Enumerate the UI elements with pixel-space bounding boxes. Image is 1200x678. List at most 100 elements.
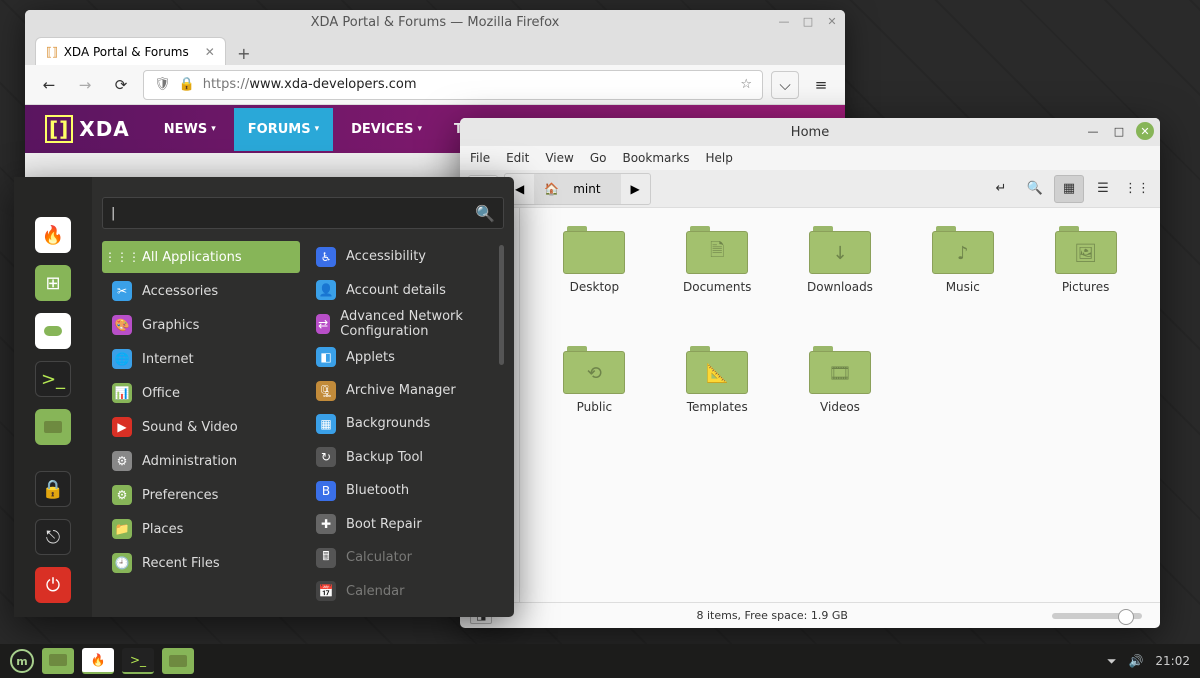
category-label: Places <box>142 522 183 537</box>
favorite-menu[interactable]: ⊞ <box>35 265 71 301</box>
category-all-applications[interactable]: ⋮⋮⋮All Applications <box>102 241 300 273</box>
new-tab-button[interactable]: + <box>232 41 256 65</box>
category-label: Preferences <box>142 488 218 503</box>
path-next-button[interactable]: ▶ <box>621 174 650 204</box>
app-account-details[interactable]: 👤Account details <box>306 274 504 305</box>
menu-search[interactable]: 🔍 <box>102 197 504 229</box>
taskbar-terminal[interactable]: >_ <box>122 648 154 674</box>
file-manager-menubar: File Edit View Go Bookmarks Help <box>460 146 1160 170</box>
xda-nav-devices[interactable]: DEVICES ▾ <box>337 108 436 151</box>
menu-file[interactable]: File <box>470 151 490 165</box>
menu-edit[interactable]: Edit <box>506 151 529 165</box>
folder-downloads[interactable]: ↓Downloads <box>784 226 897 336</box>
folder-pictures[interactable]: 🖼Pictures <box>1029 226 1142 336</box>
categories-column: ⋮⋮⋮All Applications✂Accessories🎨Graphics… <box>102 241 300 607</box>
category-places[interactable]: 📁Places <box>102 513 300 545</box>
category-recent-files[interactable]: 🕘Recent Files <box>102 547 300 579</box>
menu-view[interactable]: View <box>545 151 573 165</box>
category-label: Internet <box>142 352 194 367</box>
favorite-firefox[interactable]: 🔥 <box>35 217 71 253</box>
xda-logo[interactable]: [] XDA <box>45 115 130 143</box>
taskbar-firefox[interactable]: 🔥 <box>82 648 114 674</box>
app-calculator[interactable]: 🖩Calculator <box>306 542 504 573</box>
app-advanced-network-configuration[interactable]: ⇄Advanced Network Configuration <box>306 308 504 339</box>
zoom-slider[interactable] <box>1052 613 1142 619</box>
file-manager-titlebar[interactable]: Home — □ ✕ <box>460 118 1160 146</box>
folder-templates[interactable]: 📐Templates <box>661 346 774 456</box>
pocket-icon[interactable]: ⌵ <box>771 71 799 99</box>
browser-tab[interactable]: ⟦⟧ XDA Portal & Forums ✕ <box>35 37 226 65</box>
lock-button[interactable]: 🔒 <box>35 471 71 507</box>
app-archive-manager[interactable]: 🗜Archive Manager <box>306 375 504 406</box>
app-label: Calculator <box>346 550 412 565</box>
network-icon[interactable]: ⏷ <box>1107 654 1117 669</box>
category-office[interactable]: 📊Office <box>102 377 300 409</box>
app-backgrounds[interactable]: ▦Backgrounds <box>306 408 504 439</box>
taskbar-files[interactable] <box>42 648 74 674</box>
back-button[interactable]: ← <box>35 71 63 99</box>
file-manager-content[interactable]: Desktop🗎Documents↓Downloads♪Music🖼Pictur… <box>520 208 1160 602</box>
list-view-button[interactable]: ☰ <box>1088 175 1118 203</box>
start-button[interactable]: m <box>10 649 34 673</box>
favorite-terminal[interactable]: >_ <box>35 361 71 397</box>
lock-icon[interactable]: 🔒 <box>179 77 195 92</box>
url-bar[interactable]: 🛡 🔒 https://www.xda-developers.com ☆ <box>143 70 763 100</box>
tab-close-icon[interactable]: ✕ <box>205 45 215 59</box>
file-manager-statusbar: ◨ 8 items, Free space: 1.9 GB <box>460 602 1160 628</box>
app-label: Applets <box>346 350 395 365</box>
path-bar[interactable]: ◀ 🏠 mint ▶ <box>504 173 651 205</box>
app-accessibility[interactable]: ♿Accessibility <box>306 241 504 272</box>
forward-button[interactable]: → <box>71 71 99 99</box>
category-administration[interactable]: ⚙Administration <box>102 445 300 477</box>
shield-icon[interactable]: 🛡 <box>154 77 171 92</box>
category-internet[interactable]: 🌐Internet <box>102 343 300 375</box>
xda-nav-forums[interactable]: FORUMS ▾ <box>234 108 333 151</box>
clock[interactable]: 21:02 <box>1155 654 1190 668</box>
folder-icon: ♪ <box>932 226 994 274</box>
file-manager-window: Home — □ ✕ FileEditViewGoBookmarksHelp ↑… <box>460 118 1160 628</box>
xda-favicon: ⟦⟧ <box>46 45 58 59</box>
menu-go[interactable]: Go <box>590 151 607 165</box>
folder-music[interactable]: ♪Music <box>906 226 1019 336</box>
maximize-button[interactable]: □ <box>799 12 817 30</box>
menu-bookmarks[interactable]: Bookmarks <box>622 151 689 165</box>
folder-documents[interactable]: 🗎Documents <box>661 226 774 336</box>
taskbar-files-2[interactable] <box>162 648 194 674</box>
favorite-software[interactable] <box>35 313 71 349</box>
reload-button[interactable]: ⟳ <box>107 71 135 99</box>
power-button[interactable]: ⏻ <box>35 567 71 603</box>
close-button[interactable]: ✕ <box>1136 122 1154 140</box>
minimize-button[interactable]: — <box>775 12 793 30</box>
category-graphics[interactable]: 🎨Graphics <box>102 309 300 341</box>
menu-scrollbar[interactable] <box>499 245 504 365</box>
logout-button[interactable]: ⎋ <box>35 519 71 555</box>
category-sound-video[interactable]: ▶Sound & Video <box>102 411 300 443</box>
category-preferences[interactable]: ⚙Preferences <box>102 479 300 511</box>
sound-icon[interactable]: 🔊 <box>1128 654 1143 668</box>
icon-view-button[interactable]: ▦ <box>1054 175 1084 203</box>
search-icon[interactable]: 🔍 <box>1020 175 1050 203</box>
app-calendar[interactable]: 📅Calendar <box>306 576 504 607</box>
category-icon: 🎨 <box>112 315 132 335</box>
app-boot-repair[interactable]: ✚Boot Repair <box>306 509 504 540</box>
app-backup-tool[interactable]: ↻Backup Tool <box>306 442 504 473</box>
menu-help[interactable]: Help <box>706 151 733 165</box>
path-segment[interactable]: 🏠 mint <box>534 174 620 204</box>
folder-videos[interactable]: 🎞Videos <box>784 346 897 456</box>
app-bluetooth[interactable]: BBluetooth <box>306 475 504 506</box>
xda-nav-news[interactable]: NEWS ▾ <box>150 108 230 151</box>
toggle-location-icon[interactable]: ↵ <box>986 175 1016 203</box>
app-applets[interactable]: ◧Applets <box>306 341 504 372</box>
compact-view-button[interactable]: ⋮⋮ <box>1122 175 1152 203</box>
folder-public[interactable]: ⟲Public <box>538 346 651 456</box>
star-icon[interactable]: ☆ <box>740 77 752 92</box>
minimize-button[interactable]: — <box>1084 122 1102 140</box>
hamburger-menu-icon[interactable]: ≡ <box>807 71 835 99</box>
close-button[interactable]: ✕ <box>823 12 841 30</box>
folder-desktop[interactable]: Desktop <box>538 226 651 336</box>
category-accessories[interactable]: ✂Accessories <box>102 275 300 307</box>
maximize-button[interactable]: □ <box>1110 122 1128 140</box>
firefox-titlebar[interactable]: XDA Portal & Forums — Mozilla Firefox — … <box>25 10 845 35</box>
search-input[interactable] <box>111 206 475 221</box>
favorite-files[interactable] <box>35 409 71 445</box>
